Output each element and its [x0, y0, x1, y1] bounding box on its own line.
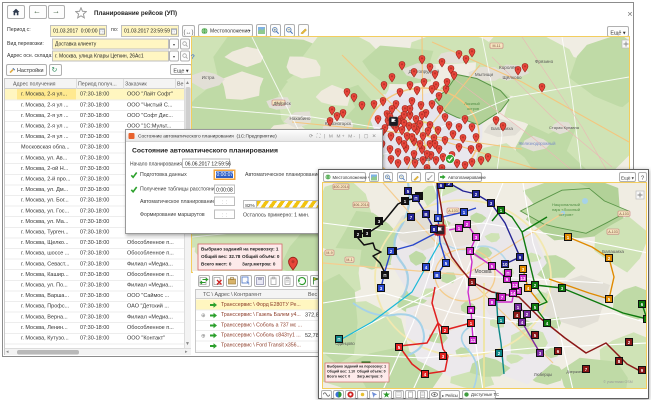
svg-text:Железнодорожный: Железнодорожный	[518, 141, 556, 146]
svg-text:7: 7	[646, 317, 647, 322]
svg-text:А-103: А-103	[608, 230, 618, 234]
svg-text:М-1: М-1	[346, 258, 352, 262]
svg-text:А-103: А-103	[619, 212, 629, 216]
svg-text:400-2014: 400-2014	[333, 185, 348, 189]
svg-text:12: 12	[513, 283, 518, 288]
svg-text:Всего мест: 0: Всего мест: 0	[201, 262, 232, 267]
svg-text:В: В	[435, 273, 438, 278]
svg-text:Нахабино: Нахабино	[290, 116, 311, 121]
svg-text:М-9: М-9	[326, 251, 332, 255]
svg-text:Загр.метров: 0: Загр.метров: 0	[357, 375, 382, 379]
svg-text:Люберцы: Люберцы	[534, 372, 552, 377]
svg-text:Истра: Истра	[202, 75, 215, 80]
svg-text:406-2014: 406-2014	[353, 203, 368, 207]
svg-text:Старая Купавна: Старая Купавна	[549, 125, 580, 130]
svg-text:П: П	[506, 271, 509, 276]
svg-text:В: В	[424, 212, 427, 217]
svg-text:П: П	[383, 273, 386, 278]
svg-text:14: 14	[511, 291, 516, 296]
svg-text:Всего мест: 0: Всего мест: 0	[327, 375, 350, 379]
svg-text:Щёлково: Щёлково	[502, 75, 522, 80]
svg-text:Загр.метров: 0: Загр.метров: 0	[242, 262, 276, 267]
svg-text:Общий вес: 32.78: Общий вес: 32.78	[201, 253, 241, 259]
svg-text:А-103: А-103	[448, 209, 458, 213]
svg-text:Общий объём: 0: Общий объём: 0	[242, 253, 280, 259]
svg-text:Лосиный: Лосиный	[464, 102, 480, 106]
svg-text:П: П	[337, 337, 340, 342]
svg-text:10: 10	[503, 262, 508, 267]
svg-text:© участники OSM: © участники OSM	[603, 380, 633, 384]
svg-text:11: 11	[471, 338, 476, 343]
svg-text:Общий вес: 1.10: Общий вес: 1.10	[327, 370, 355, 374]
svg-text:остров: остров	[467, 107, 479, 111]
svg-text:Дедовск: Дедовск	[273, 101, 291, 106]
svg-text:Общий объём: 0: Общий объём: 0	[357, 370, 386, 374]
svg-text:П: П	[414, 196, 417, 201]
svg-text:Фрязино: Фрязино	[535, 59, 554, 64]
svg-text:Выбрано заданий на перевозку:: Выбрано заданий на перевозку: 1	[327, 365, 386, 369]
svg-text:Балашиха: Балашиха	[602, 249, 624, 254]
svg-text:Выбрано заданий на перевозку:: Выбрано заданий на перевозку: 1	[201, 246, 279, 252]
svg-text:13: 13	[521, 276, 526, 281]
svg-text:М-11: М-11	[493, 44, 501, 48]
svg-text:остров»: остров»	[559, 212, 575, 217]
svg-text:Мытищи: Мытищи	[475, 72, 494, 77]
